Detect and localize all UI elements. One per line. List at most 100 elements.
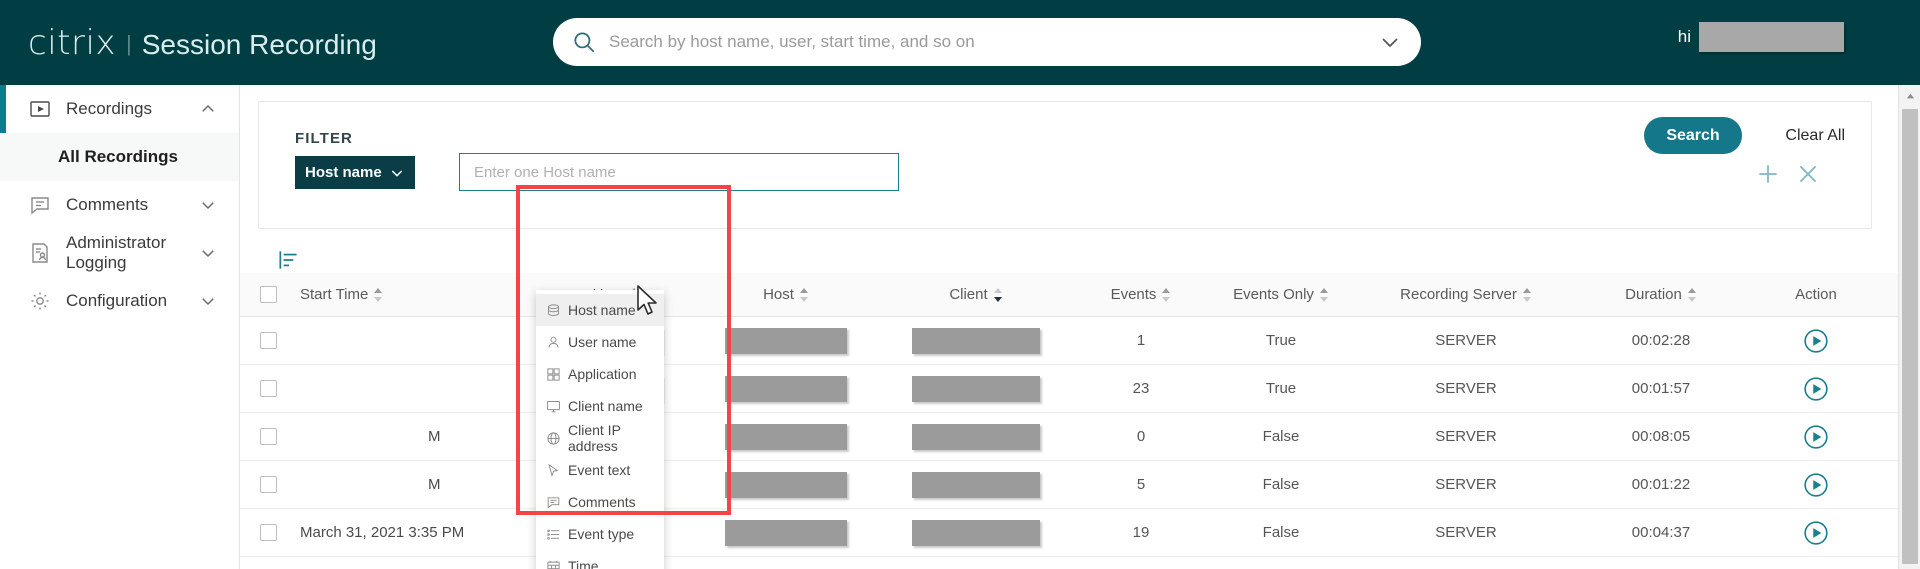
chevron-down-icon[interactable] [199, 244, 217, 262]
scroll-up-icon[interactable] [1899, 85, 1920, 107]
table-row[interactable]: March 31, 2021 3:35 PM Administrator 19 … [240, 509, 1920, 557]
table-row[interactable]: 23 True SERVER 00:01:57 [240, 365, 1920, 413]
dropdown-option-client-ip-address[interactable]: Client IP address [536, 422, 664, 454]
col-label: Action [1795, 286, 1837, 303]
cell-client-redacted [912, 520, 1040, 546]
chevron-down-icon[interactable] [199, 196, 217, 214]
cell-client-redacted [912, 328, 1040, 354]
row-checkbox[interactable] [260, 524, 277, 541]
dropdown-option-label: Event text [568, 462, 630, 478]
close-icon[interactable] [1795, 161, 1821, 187]
recordings-table: Start Time User Host [240, 273, 1920, 557]
sort-arrows-icon[interactable] [1688, 287, 1697, 303]
cell-events: 19 [1133, 524, 1150, 541]
row-checkbox-cell[interactable] [240, 380, 296, 397]
cell-duration: 00:04:37 [1632, 524, 1690, 541]
search-icon [571, 29, 597, 55]
table-row[interactable]: 1 True SERVER 00:02:28 [240, 317, 1920, 365]
col-header-start-time[interactable]: Start Time [296, 286, 536, 303]
list-icon [546, 527, 561, 542]
search-button[interactable]: Search [1644, 117, 1742, 154]
cell-recording-server: SERVER [1435, 428, 1496, 445]
col-label: Events Only [1233, 286, 1314, 303]
global-search-input[interactable] [609, 32, 1367, 52]
sort-arrows-icon[interactable] [1523, 287, 1532, 303]
clear-all-button[interactable]: Clear All [1785, 117, 1845, 154]
dropdown-option-host-name[interactable]: Host name [536, 294, 664, 326]
dropdown-option-event-type[interactable]: Event type [536, 518, 664, 550]
play-rect-icon [28, 97, 52, 121]
dropdown-option-label: Application [568, 366, 637, 382]
row-checkbox-cell[interactable] [240, 428, 296, 445]
filter-field-dropdown-menu[interactable]: Host name User name Application [536, 290, 664, 569]
play-icon[interactable] [1803, 376, 1829, 402]
cell-duration: 00:01:57 [1632, 380, 1690, 397]
play-icon[interactable] [1803, 520, 1829, 546]
global-search-bar[interactable] [553, 18, 1421, 66]
col-header-duration[interactable]: Duration [1576, 286, 1746, 303]
row-checkbox[interactable] [260, 428, 277, 445]
dropdown-option-comments[interactable]: Comments [536, 486, 664, 518]
row-checkbox-cell[interactable] [240, 476, 296, 493]
dropdown-option-label: Event type [568, 526, 634, 542]
dropdown-option-application[interactable]: Application [536, 358, 664, 390]
sidebar-item-configuration[interactable]: Configuration [0, 277, 239, 325]
filter-value-input[interactable] [459, 153, 899, 191]
play-icon[interactable] [1803, 424, 1829, 450]
sort-arrows-icon[interactable] [374, 287, 383, 303]
chevron-down-icon[interactable] [1367, 18, 1413, 66]
chevron-down-icon[interactable] [199, 292, 217, 310]
plus-icon[interactable] [1755, 161, 1781, 187]
row-checkbox[interactable] [260, 476, 277, 493]
row-checkbox-cell[interactable] [240, 524, 296, 541]
calendar-icon [546, 559, 561, 569]
col-header-host[interactable]: Host [696, 286, 876, 303]
dropdown-option-time[interactable]: Time [536, 550, 664, 569]
cell-events-only: False [1263, 428, 1300, 445]
monitor-icon [546, 399, 561, 414]
col-header-events[interactable]: Events [1076, 286, 1206, 303]
dropdown-option-client-name[interactable]: Client name [536, 390, 664, 422]
row-checkbox[interactable] [260, 380, 277, 397]
dropdown-option-user-name[interactable]: User name [536, 326, 664, 358]
chevron-up-icon[interactable] [199, 100, 217, 118]
database-icon [546, 303, 561, 318]
filter-field-select[interactable]: Host name [295, 156, 415, 189]
select-all-checkbox-cell[interactable] [240, 286, 296, 303]
chevron-down-icon [389, 165, 405, 181]
dropdown-option-event-text[interactable]: Event text [536, 454, 664, 486]
citrix-wordmark: citrix [28, 23, 116, 63]
sidebar-item-label: Recordings [66, 99, 185, 119]
sidebar-item-comments[interactable]: Comments [0, 181, 239, 229]
sidebar-nav: Recordings All Recordings Comments [0, 85, 240, 569]
sort-arrows-icon[interactable] [1320, 287, 1329, 303]
play-icon[interactable] [1803, 472, 1829, 498]
comment-icon [546, 495, 561, 510]
cell-start-time: M [428, 428, 441, 445]
row-checkbox-cell[interactable] [240, 332, 296, 349]
scrollbar-thumb[interactable] [1902, 109, 1918, 564]
select-all-checkbox[interactable] [260, 286, 277, 303]
sidebar-item-all-recordings[interactable]: All Recordings [0, 133, 239, 181]
table-header-row: Start Time User Host [240, 273, 1920, 317]
table-row[interactable]: M Administrator 5 False SERVER 00:01:22 [240, 461, 1920, 509]
col-header-events-only[interactable]: Events Only [1206, 286, 1356, 303]
table-row[interactable]: M Administrator 0 False SERVER 00:08:05 [240, 413, 1920, 461]
col-header-client[interactable]: Client [876, 286, 1076, 303]
filter-list-icon[interactable] [276, 247, 302, 273]
app-title: Session Recording [142, 29, 377, 61]
col-header-recording-server[interactable]: Recording Server [1356, 286, 1576, 303]
play-icon[interactable] [1803, 328, 1829, 354]
sidebar-item-administrator-logging[interactable]: Administrator Logging [0, 229, 239, 277]
vertical-scrollbar[interactable] [1898, 85, 1920, 569]
sort-arrows-icon[interactable] [800, 287, 809, 303]
user-greeting[interactable]: hi [1678, 22, 1844, 52]
sidebar-item-recordings[interactable]: Recordings [0, 85, 239, 133]
row-checkbox[interactable] [260, 332, 277, 349]
sort-arrows-icon[interactable] [994, 287, 1003, 303]
col-label: Recording Server [1400, 286, 1517, 303]
col-header-action: Action [1746, 286, 1886, 303]
sort-arrows-icon[interactable] [1162, 287, 1171, 303]
username-redacted [1699, 22, 1844, 52]
cell-host-redacted [725, 472, 847, 498]
